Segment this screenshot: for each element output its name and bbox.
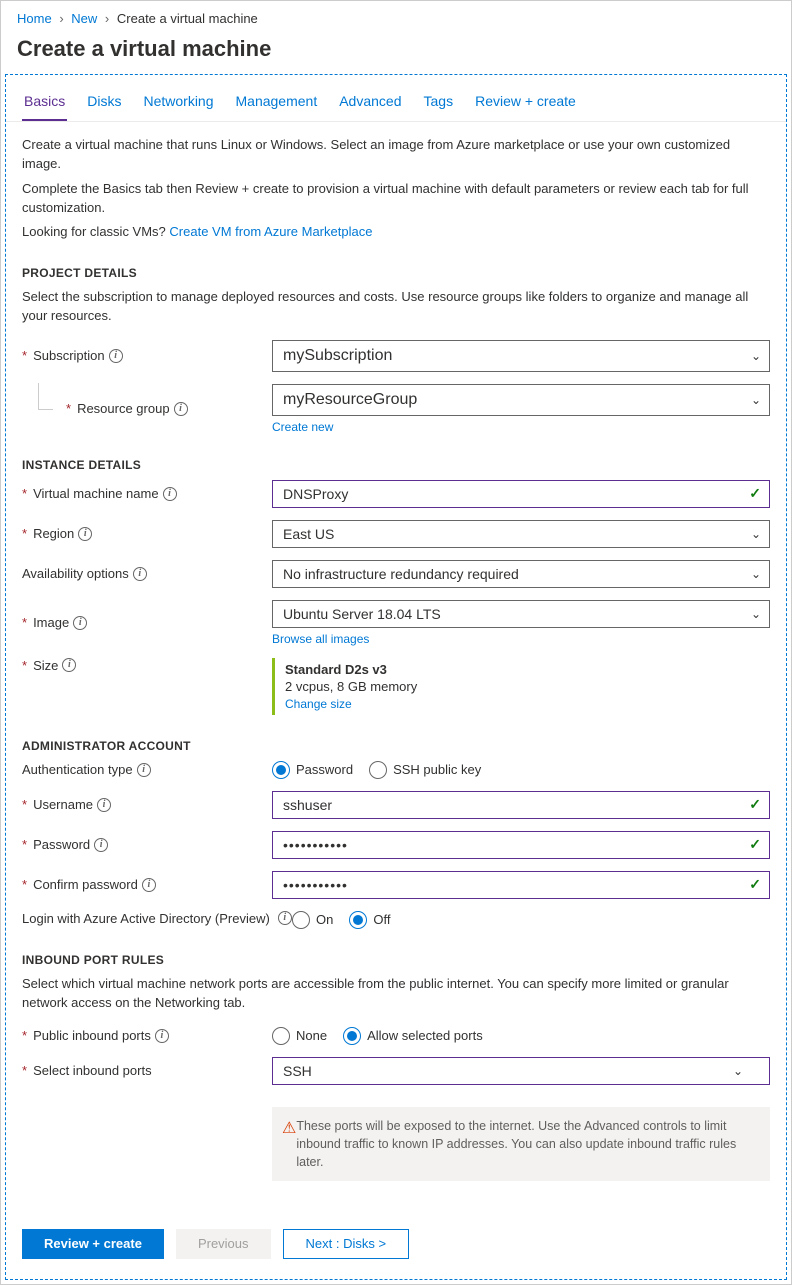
change-size-link[interactable]: Change size bbox=[285, 697, 352, 711]
info-icon[interactable]: i bbox=[97, 798, 111, 812]
size-label: *Size i bbox=[22, 658, 272, 673]
check-icon: ✓ bbox=[749, 796, 761, 813]
info-icon[interactable]: i bbox=[155, 1029, 169, 1043]
vmname-label: *Virtual machine name i bbox=[22, 486, 272, 501]
image-label: *Image i bbox=[22, 615, 272, 630]
info-icon[interactable]: i bbox=[109, 349, 123, 363]
chevron-down-icon: ⌄ bbox=[733, 1064, 743, 1078]
info-icon[interactable]: i bbox=[62, 658, 76, 672]
info-icon[interactable]: i bbox=[142, 878, 156, 892]
select-ports-select[interactable]: SSH ⌄ bbox=[272, 1057, 770, 1085]
info-icon[interactable]: i bbox=[133, 567, 147, 581]
aad-label: Login with Azure Active Directory (Previ… bbox=[22, 911, 292, 926]
size-display: Standard D2s v3 2 vcpus, 8 GB memory Cha… bbox=[272, 658, 770, 715]
image-select[interactable]: Ubuntu Server 18.04 LTS ⌄ bbox=[272, 600, 770, 628]
auth-type-label: Authentication type i bbox=[22, 762, 272, 777]
info-icon[interactable]: i bbox=[137, 763, 151, 777]
username-input[interactable]: sshuser ✓ bbox=[272, 791, 770, 819]
chevron-right-icon: › bbox=[59, 11, 63, 26]
ports-allow-radio[interactable]: Allow selected ports bbox=[343, 1027, 483, 1045]
select-ports-label: *Select inbound ports bbox=[22, 1063, 272, 1078]
auth-ssh-radio[interactable]: SSH public key bbox=[369, 761, 481, 779]
password-label: *Password i bbox=[22, 837, 272, 852]
previous-button: Previous bbox=[176, 1229, 271, 1259]
info-icon[interactable]: i bbox=[94, 838, 108, 852]
region-label: *Region i bbox=[22, 526, 272, 541]
tab-basics[interactable]: Basics bbox=[22, 93, 67, 121]
create-new-rg-link[interactable]: Create new bbox=[272, 420, 333, 434]
section-project-details: Project details bbox=[22, 266, 770, 280]
warning-icon: ⚠ bbox=[282, 1117, 296, 1171]
breadcrumb-current: Create a virtual machine bbox=[117, 11, 258, 26]
check-icon: ✓ bbox=[749, 485, 761, 502]
next-disks-button[interactable]: Next : Disks > bbox=[283, 1229, 410, 1259]
ports-none-radio[interactable]: None bbox=[272, 1027, 327, 1045]
check-icon: ✓ bbox=[749, 836, 761, 853]
breadcrumb-home[interactable]: Home bbox=[17, 11, 52, 26]
create-vm-marketplace-link[interactable]: Create VM from Azure Marketplace bbox=[169, 224, 372, 239]
size-name: Standard D2s v3 bbox=[285, 662, 760, 677]
availability-select[interactable]: No infrastructure redundancy required ⌄ bbox=[272, 560, 770, 588]
chevron-down-icon: ⌄ bbox=[751, 349, 761, 363]
section-admin-account: Administrator account bbox=[22, 739, 770, 753]
breadcrumb-new[interactable]: New bbox=[71, 11, 97, 26]
subscription-label: *Subscription i bbox=[22, 348, 272, 363]
browse-images-link[interactable]: Browse all images bbox=[272, 632, 369, 646]
size-spec: 2 vcpus, 8 GB memory bbox=[285, 679, 760, 694]
resource-group-label: *Resource group i bbox=[22, 401, 272, 416]
tab-tags[interactable]: Tags bbox=[422, 93, 456, 121]
footer-buttons: Review + create Previous Next : Disks > bbox=[6, 1211, 786, 1279]
info-icon[interactable]: i bbox=[163, 487, 177, 501]
tab-advanced[interactable]: Advanced bbox=[337, 93, 403, 121]
chevron-down-icon: ⌄ bbox=[751, 527, 761, 541]
confirm-password-label: *Confirm password i bbox=[22, 877, 272, 892]
resource-group-select[interactable]: myResourceGroup ⌄ bbox=[272, 384, 770, 416]
region-select[interactable]: East US ⌄ bbox=[272, 520, 770, 548]
tabs: Basics Disks Networking Management Advan… bbox=[6, 75, 786, 122]
chevron-down-icon: ⌄ bbox=[751, 393, 761, 407]
section-inbound-ports: Inbound port rules bbox=[22, 953, 770, 967]
tab-disks[interactable]: Disks bbox=[85, 93, 123, 121]
auth-password-radio[interactable]: Password bbox=[272, 761, 353, 779]
public-ports-label: *Public inbound ports i bbox=[22, 1028, 272, 1043]
info-icon[interactable]: i bbox=[73, 616, 87, 630]
subscription-select[interactable]: mySubscription ⌄ bbox=[272, 340, 770, 372]
vmname-input[interactable]: DNSProxy ✓ bbox=[272, 480, 770, 508]
intro-text: Create a virtual machine that runs Linux… bbox=[22, 136, 770, 174]
chevron-down-icon: ⌄ bbox=[751, 607, 761, 621]
ports-warning: ⚠ These ports will be exposed to the int… bbox=[272, 1107, 770, 1181]
chevron-right-icon: › bbox=[105, 11, 109, 26]
aad-off-radio[interactable]: Off bbox=[349, 911, 390, 929]
info-icon[interactable]: i bbox=[174, 402, 188, 416]
aad-on-radio[interactable]: On bbox=[292, 911, 333, 929]
breadcrumb: Home › New › Create a virtual machine bbox=[5, 5, 787, 32]
availability-label: Availability options i bbox=[22, 566, 272, 581]
tab-management[interactable]: Management bbox=[234, 93, 320, 121]
username-label: *Username i bbox=[22, 797, 272, 812]
intro-text-2: Complete the Basics tab then Review + cr… bbox=[22, 180, 770, 218]
chevron-down-icon: ⌄ bbox=[751, 567, 761, 581]
intro-classic: Looking for classic VMs? Create VM from … bbox=[22, 223, 770, 242]
password-input[interactable]: ••••••••••• ✓ bbox=[272, 831, 770, 859]
ports-desc: Select which virtual machine network por… bbox=[22, 975, 770, 1013]
page-title: Create a virtual machine bbox=[5, 32, 787, 74]
info-icon[interactable]: i bbox=[78, 527, 92, 541]
tab-networking[interactable]: Networking bbox=[141, 93, 215, 121]
tab-review-create[interactable]: Review + create bbox=[473, 93, 578, 121]
info-icon[interactable]: i bbox=[278, 911, 292, 925]
confirm-password-input[interactable]: ••••••••••• ✓ bbox=[272, 871, 770, 899]
project-desc: Select the subscription to manage deploy… bbox=[22, 288, 770, 326]
check-icon: ✓ bbox=[749, 876, 761, 893]
review-create-button[interactable]: Review + create bbox=[22, 1229, 164, 1259]
section-instance-details: Instance details bbox=[22, 458, 770, 472]
